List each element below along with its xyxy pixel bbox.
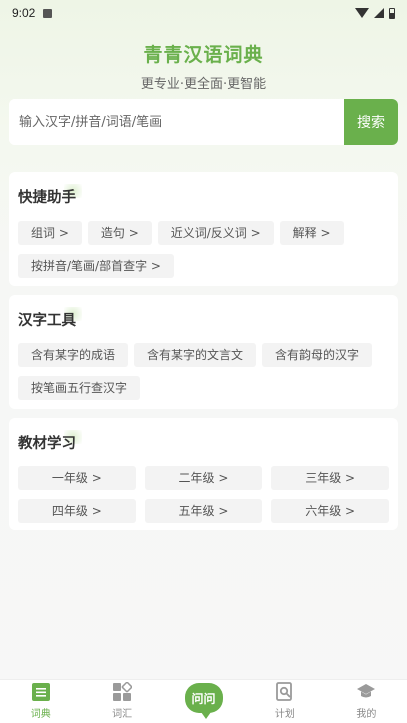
nav-item-mine[interactable]: 我的: [326, 680, 407, 723]
hanzi-tools-chips: 含有某字的成语 含有某字的文言文 含有韵母的汉字 按笔画五行查汉字: [18, 343, 389, 409]
textbook-card: 教材学习 一年级 > 二年级 > 三年级 > 四年级 > 五年级 > 六年级 >: [9, 418, 398, 530]
card-title: 快捷助手: [18, 184, 82, 207]
chip-lookup-by-pinyin-stroke-radical[interactable]: 按拼音/笔画/部首查字 >: [18, 254, 174, 278]
nav-item-ask[interactable]: 问问: [163, 680, 244, 723]
hanzi-tools-card: 汉字工具 含有某字的成语 含有某字的文言文 含有韵母的汉字 按笔画五行查汉字: [9, 295, 398, 409]
status-bar: 9:02: [0, 0, 407, 26]
grade-2-button[interactable]: 二年级 >: [144, 466, 263, 490]
grade-grid: 一年级 > 二年级 > 三年级 > 四年级 > 五年级 > 六年级 >: [18, 466, 389, 523]
nav-label: 我的: [356, 709, 377, 720]
vocabulary-grid-icon: [112, 682, 133, 702]
nav-item-vocabulary[interactable]: 词汇: [81, 680, 162, 723]
chip-hanzi-by-final[interactable]: 含有韵母的汉字: [262, 343, 373, 367]
battery-icon: [389, 7, 395, 19]
grade-6-button[interactable]: 六年级 >: [271, 499, 389, 523]
chip-chengyu-with-char[interactable]: 含有某字的成语: [18, 343, 129, 367]
search-bar: 搜索: [9, 99, 398, 145]
dictionary-icon: [31, 682, 51, 702]
signal-icon: [374, 8, 384, 18]
nav-item-plan[interactable]: 计划: [244, 680, 325, 723]
status-time: 9:02: [12, 6, 36, 20]
search-button[interactable]: 搜索: [344, 99, 398, 145]
nav-label: 计划: [274, 709, 295, 720]
search-input[interactable]: [9, 99, 344, 145]
quick-helper-chips: 组词 > 造句 > 近义词/反义词 > 解释 > 按拼音/笔画/部首查字 >: [18, 221, 389, 287]
app-title: 青青汉语词典: [143, 44, 264, 66]
chip-zuci[interactable]: 组词 >: [18, 221, 82, 245]
app-subtitle: 更专业·更全面·更智能: [140, 77, 267, 92]
chip-jieshi[interactable]: 解释 >: [279, 221, 344, 245]
quick-helper-card: 快捷助手 组词 > 造句 > 近义词/反义词 > 解释 > 按拼音/笔画/部首查…: [9, 172, 398, 286]
nav-item-dictionary[interactable]: 词典: [0, 680, 81, 723]
card-title: 汉字工具: [18, 307, 82, 330]
nav-label: 词典: [30, 709, 51, 720]
chip-zaoju[interactable]: 造句 >: [87, 221, 152, 245]
grade-3-button[interactable]: 三年级 >: [271, 466, 389, 490]
status-icons: [355, 7, 395, 19]
chip-wenyanwen-with-char[interactable]: 含有某字的文言文: [134, 343, 257, 367]
card-title: 教材学习: [18, 430, 82, 453]
plan-search-icon: [275, 682, 295, 702]
wifi-icon: [355, 8, 369, 18]
chip-hanzi-by-stroke-wuxing[interactable]: 按笔画五行查汉字: [18, 376, 141, 400]
grade-4-button[interactable]: 四年级 >: [18, 499, 136, 523]
nav-label: 词汇: [112, 709, 133, 720]
grade-1-button[interactable]: 一年级 >: [18, 466, 136, 490]
notification-icon: [43, 8, 53, 18]
ask-bubble-icon: 问问: [184, 683, 223, 719]
chip-synonym-antonym[interactable]: 近义词/反义词 >: [157, 221, 274, 245]
grade-5-button[interactable]: 五年级 >: [144, 499, 263, 523]
graduation-cap-icon: [356, 682, 376, 702]
bottom-nav: 词典 词汇 问问 计划 我的: [0, 679, 407, 723]
